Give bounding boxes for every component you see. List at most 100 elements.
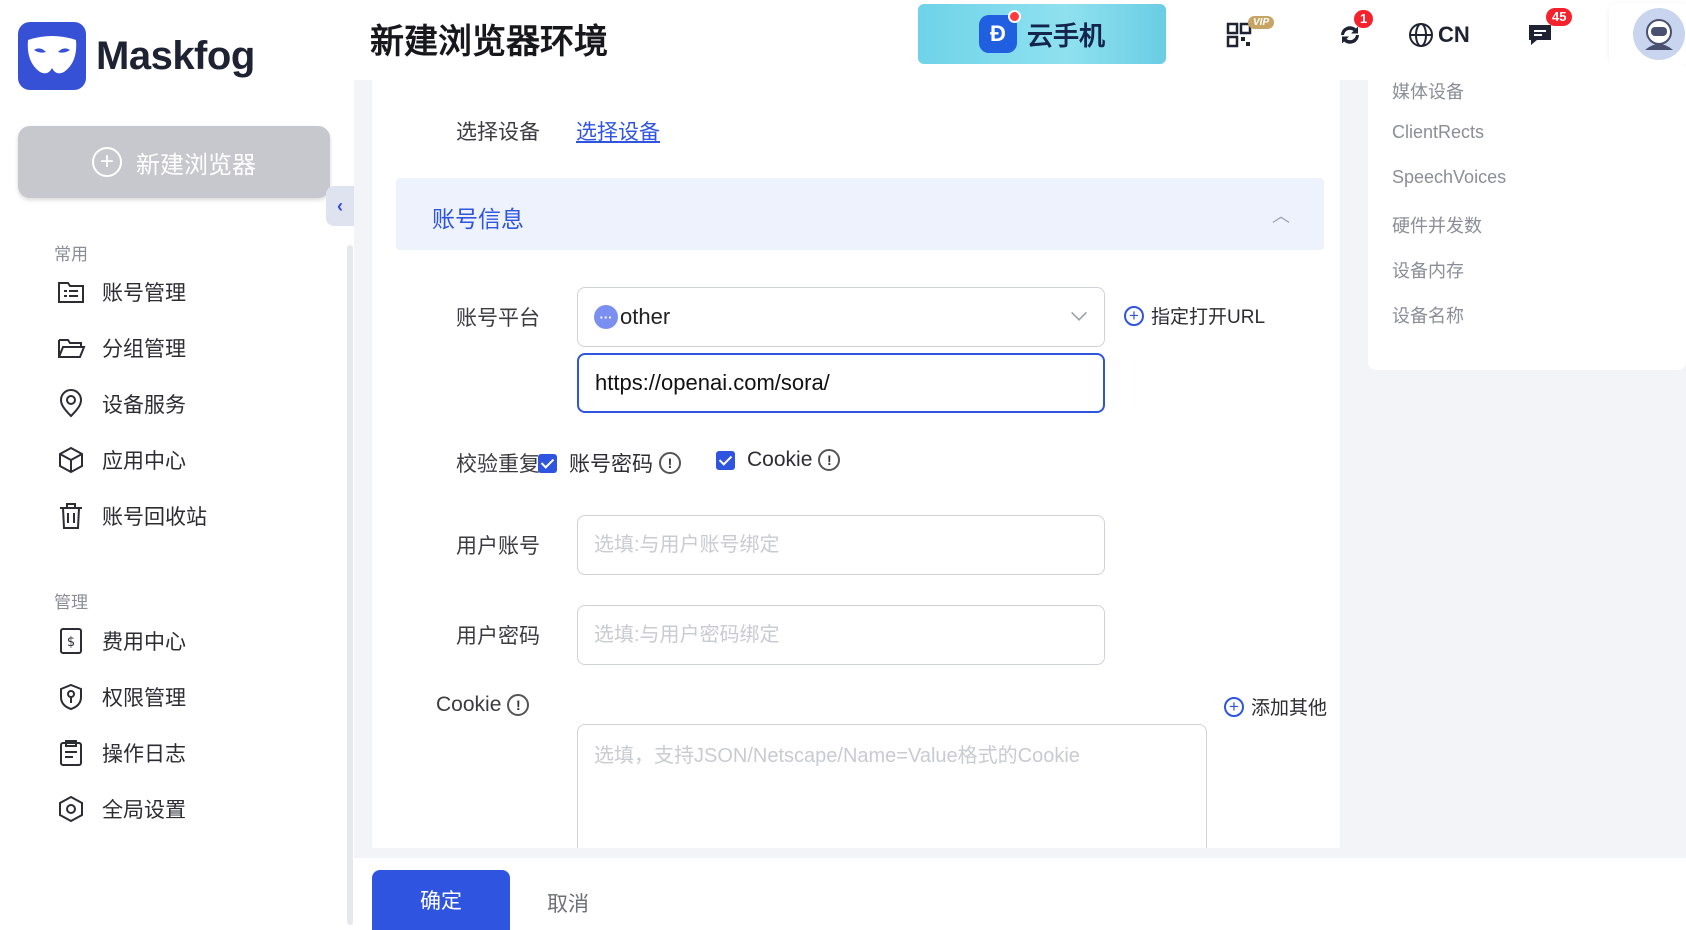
info-icon[interactable]: ! [507, 694, 530, 716]
fingerprint-nav-panel: 媒体设备 ClientRects SpeechVoices 硬件并发数 设备内存… [1368, 62, 1686, 370]
cube-icon [59, 446, 83, 474]
banner-text: 云手机 [1026, 20, 1105, 51]
info-icon[interactable]: ! [659, 452, 681, 474]
sidebar-scrollbar[interactable] [347, 245, 353, 925]
section-label-admin: 管理 [54, 593, 88, 612]
qr-vip-button[interactable]: VIP [1226, 16, 1275, 52]
right-nav-item[interactable]: 设备名称 [1392, 302, 1464, 328]
plus-circle-icon: + [1124, 305, 1144, 326]
nav-label: 费用中心 [102, 631, 186, 654]
sidebar: Maskfog + 新建浏览器 ‹ 常用 账号管理 分组管理 设备服务 应用中心… [0, 0, 354, 930]
platform-select[interactable]: ··· other [577, 287, 1105, 347]
footer-bar: 确定 取消 [354, 858, 1686, 930]
user-account-input[interactable] [577, 515, 1105, 575]
add-other-label: 添加其他 [1251, 698, 1328, 719]
verify-label: 校验重复 [456, 453, 540, 476]
nav-item-group-management[interactable]: 分组管理 [56, 331, 186, 365]
open-folder-icon [58, 339, 86, 358]
right-nav-item[interactable]: 硬件并发数 [1392, 212, 1482, 238]
right-nav-item[interactable]: ClientRects [1392, 122, 1484, 143]
info-icon[interactable]: ! [818, 449, 841, 471]
shield-key-icon [60, 683, 82, 711]
globe-icon [1409, 23, 1433, 47]
avatar[interactable] [1633, 8, 1685, 60]
verify-password-checkbox[interactable]: 账号密码 ! [538, 448, 681, 478]
user-password-input[interactable] [577, 605, 1105, 665]
plus-circle-icon: + [92, 147, 122, 177]
select-device-link[interactable]: 选择设备 [576, 116, 660, 146]
mask-logo-icon [18, 22, 86, 90]
section-title: 账号信息 [432, 206, 524, 232]
nav-label: 应用中心 [102, 450, 186, 473]
new-browser-button[interactable]: + 新建浏览器 [18, 126, 330, 198]
clipboard-icon [60, 740, 82, 766]
nav-label: 权限管理 [102, 687, 186, 710]
right-nav-item[interactable]: 媒体设备 [1392, 78, 1464, 104]
new-browser-label: 新建浏览器 [136, 151, 256, 179]
nav-label: 账号回收站 [102, 506, 207, 529]
url-input[interactable] [577, 353, 1105, 413]
checkbox-checked-icon [538, 453, 557, 473]
nav-item-global-settings[interactable]: 全局设置 [56, 792, 186, 826]
section-label-common: 常用 [54, 245, 88, 264]
messages-badge: 45 [1546, 8, 1573, 26]
nav-label: 全局设置 [102, 799, 186, 822]
cloud-phone-banner[interactable]: Đ 云手机 [918, 4, 1166, 64]
sync-button[interactable]: 1 [1336, 10, 1374, 52]
device-label: 选择设备 [456, 121, 540, 144]
language-switcher[interactable]: CN [1408, 18, 1470, 52]
nav-item-app-center[interactable]: 应用中心 [56, 443, 186, 477]
list-folder-icon [58, 282, 84, 303]
platform-label: 账号平台 [456, 307, 540, 330]
cloud-phone-logo-icon: Đ [978, 10, 1021, 53]
nav-label: 操作日志 [102, 743, 186, 766]
nav-label: 账号管理 [102, 282, 186, 305]
cancel-button[interactable]: 取消 [547, 888, 589, 918]
right-nav-item[interactable]: 设备内存 [1392, 257, 1464, 283]
cookie-label: Cookie [436, 693, 502, 716]
hex-settings-icon [59, 795, 83, 823]
nav-item-billing[interactable]: $ 费用中心 [56, 624, 186, 658]
messages-button[interactable]: 45 [1526, 8, 1573, 52]
astronaut-avatar-icon [1645, 19, 1673, 50]
user-password-label: 用户密码 [456, 625, 540, 648]
nav-item-recycle-bin[interactable]: 账号回收站 [56, 499, 207, 533]
nav-item-device-service[interactable]: 设备服务 [56, 387, 186, 421]
specify-url-button[interactable]: + 指定打开URL [1124, 302, 1265, 329]
checkbox-label: 账号密码 [569, 453, 653, 476]
confirm-button[interactable]: 确定 [372, 870, 510, 930]
svg-text:$: $ [67, 635, 75, 650]
add-other-button[interactable]: + 添加其他 [1224, 693, 1327, 720]
language-label: CN [1438, 22, 1470, 47]
plus-circle-icon: + [1224, 696, 1244, 717]
cookie-label-group: Cookie ! [436, 693, 530, 717]
account-info-section-header[interactable]: 账号信息 ︿ [396, 178, 1324, 250]
nav-item-permissions[interactable]: 权限管理 [56, 680, 186, 714]
sync-badge: 1 [1354, 10, 1374, 28]
chevron-down-icon [1071, 305, 1087, 321]
form-panel: 选择设备 选择设备 账号信息 ︿ 账号平台 ··· other + 指定打开UR… [372, 80, 1340, 848]
trash-icon [60, 503, 82, 529]
chat-icon [1529, 25, 1551, 45]
dollar-receipt-icon: $ [60, 628, 82, 654]
platform-value: other [620, 304, 671, 329]
page-title: 新建浏览器环境 [370, 23, 608, 61]
cookie-textarea[interactable] [577, 724, 1207, 848]
nav-label: 设备服务 [102, 394, 186, 417]
nav-item-account-management[interactable]: 账号管理 [56, 275, 186, 309]
chevron-up-icon: ︿ [1272, 206, 1290, 226]
vip-badge: VIP [1248, 16, 1275, 29]
right-nav-item[interactable]: SpeechVoices [1392, 167, 1506, 188]
location-pin-icon [59, 389, 83, 418]
collapse-sidebar-button[interactable]: ‹ [326, 186, 354, 226]
app-logo[interactable]: Maskfog [18, 22, 255, 90]
specify-url-label: 指定打开URL [1151, 307, 1266, 328]
chevron-left-icon: ‹ [337, 195, 343, 216]
nav-label: 分组管理 [102, 338, 186, 361]
app-name: Maskfog [96, 33, 255, 78]
user-account-label: 用户账号 [456, 535, 540, 558]
checkbox-label: Cookie [747, 448, 813, 471]
verify-cookie-checkbox[interactable]: Cookie ! [716, 448, 841, 472]
more-dots-icon: ··· [594, 305, 618, 329]
nav-item-operation-log[interactable]: 操作日志 [56, 736, 186, 770]
